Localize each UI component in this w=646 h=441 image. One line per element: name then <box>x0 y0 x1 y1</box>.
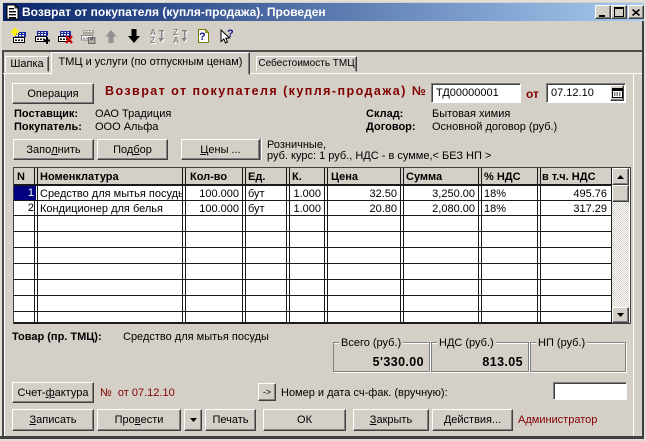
svg-text:A: A <box>173 35 179 44</box>
svg-text:Z: Z <box>150 35 155 44</box>
svg-text:?: ? <box>199 31 206 43</box>
